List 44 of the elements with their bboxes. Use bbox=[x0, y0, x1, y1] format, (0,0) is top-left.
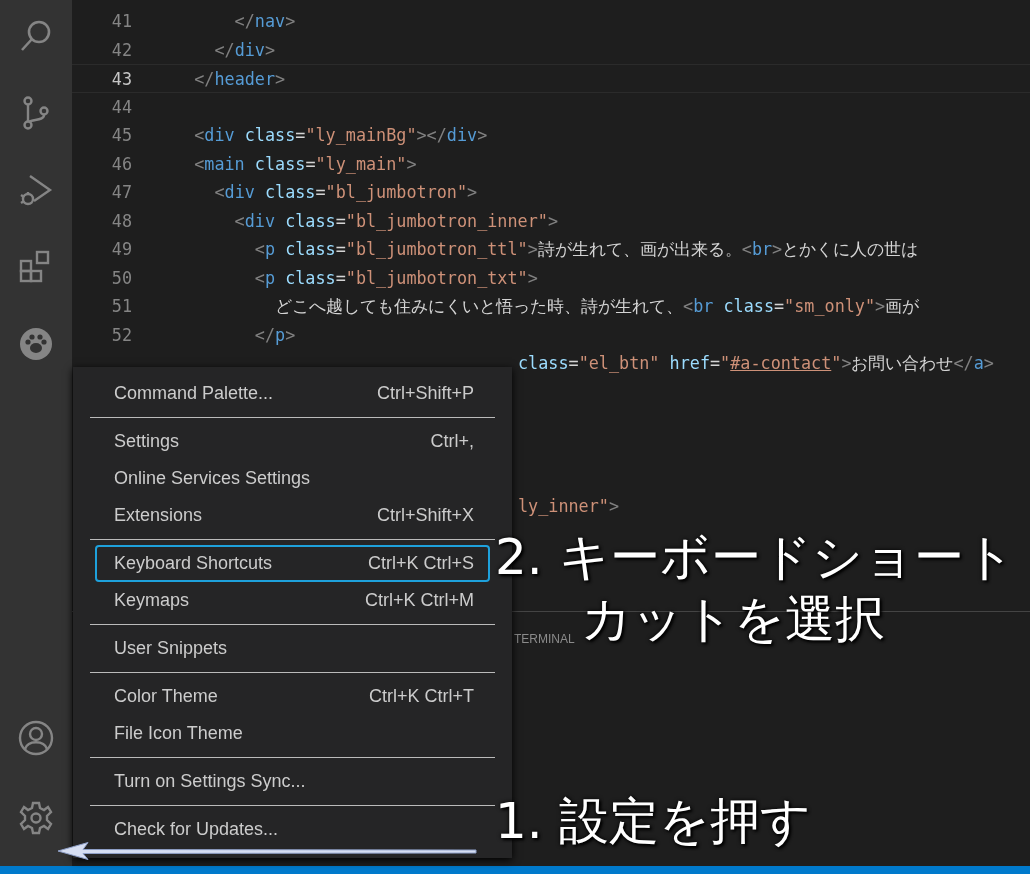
code-line: <div class="bl_jumbotron_inner"> bbox=[233, 209, 558, 233]
paw-icon[interactable] bbox=[18, 326, 54, 362]
menu-item[interactable]: Color Theme Ctrl+K Ctrl+T bbox=[95, 678, 490, 715]
code-line: <p class="bl_jumbotron_txt"> bbox=[253, 266, 538, 290]
annotation-text: カットを選択 bbox=[581, 590, 885, 648]
menu-item[interactable]: Keymaps Ctrl+K Ctrl+M bbox=[95, 582, 490, 619]
menu-item[interactable]: File Icon Theme bbox=[95, 715, 490, 752]
code-line: <main class="ly_main"> bbox=[193, 152, 417, 176]
line-number: 49 bbox=[110, 238, 132, 261]
menu-item[interactable]: Online Services Settings bbox=[95, 460, 490, 497]
line-number: 47 bbox=[110, 181, 132, 204]
code-line: </header> bbox=[193, 68, 286, 91]
code-line: </div> bbox=[213, 38, 276, 62]
line-number: 41 bbox=[110, 10, 132, 33]
account-icon[interactable] bbox=[18, 720, 54, 756]
code-line: <div class="ly_mainBg"></div> bbox=[193, 124, 488, 147]
terminal-tab[interactable]: TERMINAL bbox=[514, 632, 575, 646]
code-line: <p class="bl_jumbotron_ttl">詩が生れて、画が出来る。<br>とかくに人の世は bbox=[253, 238, 919, 261]
line-number: 43 bbox=[110, 68, 132, 91]
menu-item[interactable]: Turn on Settings Sync... bbox=[95, 763, 490, 800]
line-number: 44 bbox=[110, 95, 132, 119]
line-number: 42 bbox=[110, 38, 132, 62]
line-number: 51 bbox=[110, 295, 132, 318]
menu-item[interactable]: Check for Updates... bbox=[95, 811, 490, 848]
menu-item[interactable]: Command Palette... Ctrl+Shift+P bbox=[95, 375, 490, 412]
line-number: 46 bbox=[110, 152, 132, 176]
code-line: </nav> bbox=[233, 10, 296, 33]
line-number: 50 bbox=[110, 266, 132, 290]
code-line: どこへ越しても住みにくいと悟った時、詩が生れて、<br class="sm_only">画が bbox=[274, 295, 920, 318]
code-line: class="el_btn" href="#a-contact">お問い合わせ</a> bbox=[518, 352, 994, 375]
menu-item[interactable]: User Snippets bbox=[95, 630, 490, 667]
annotation-text: 2. キーボードショート bbox=[495, 528, 1015, 586]
code-line: <div class="bl_jumbotron"> bbox=[213, 181, 478, 204]
line-number: 48 bbox=[110, 209, 132, 233]
run-debug-icon[interactable] bbox=[18, 172, 54, 208]
line-number: 52 bbox=[110, 323, 132, 347]
menu-item[interactable]: Settings Ctrl+, bbox=[95, 423, 490, 460]
settings-icon[interactable] bbox=[18, 800, 54, 836]
code-line: ly_inner"> bbox=[518, 494, 620, 518]
line-number: 45 bbox=[110, 124, 132, 147]
code-line: </p> bbox=[253, 323, 296, 347]
menu-item[interactable]: Extensions Ctrl+Shift+X bbox=[95, 497, 490, 534]
annotation-text: 1. 設定を押す bbox=[495, 792, 811, 850]
menu-item[interactable]: Keyboard Shortcuts Ctrl+K Ctrl+S bbox=[95, 545, 490, 582]
